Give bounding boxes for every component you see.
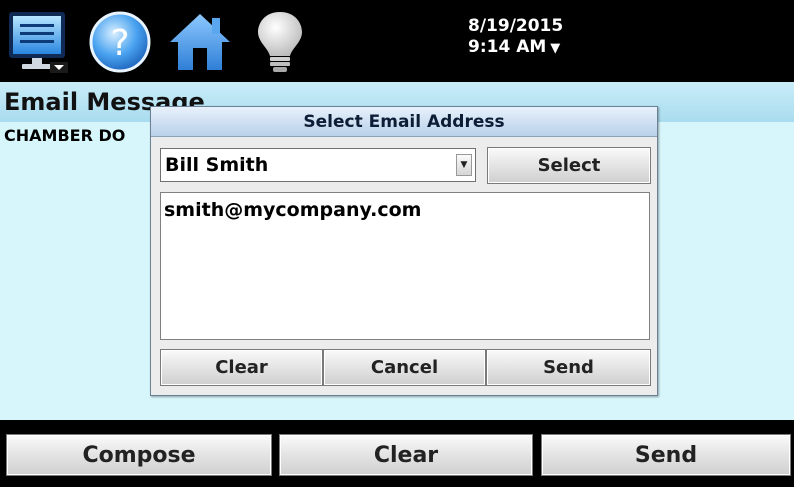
help-icon[interactable]: ?: [88, 10, 152, 74]
email-address-text: smith@mycompany.com: [164, 199, 422, 221]
clear-button[interactable]: Clear: [279, 434, 533, 476]
select-button[interactable]: Select: [487, 147, 651, 184]
send-button[interactable]: Send: [541, 434, 791, 476]
select-email-dialog: Select Email Address Bill Smith ▼ Select…: [150, 106, 658, 396]
chevron-down-icon: ▼: [550, 41, 561, 56]
dropdown-arrow-icon[interactable]: ▼: [456, 154, 472, 176]
recipient-dropdown[interactable]: Bill Smith ▼: [160, 148, 476, 182]
time-text: 9:14 AM: [468, 37, 547, 57]
home-icon[interactable]: [168, 10, 232, 74]
monitor-menu-icon[interactable]: [6, 10, 70, 74]
email-address-field[interactable]: smith@mycompany.com: [160, 192, 650, 340]
recipient-value: Bill Smith: [165, 154, 269, 176]
lightbulb-icon[interactable]: [252, 10, 308, 74]
time-row: 9:14 AM ▼: [468, 37, 563, 59]
message-text: CHAMBER DO: [4, 126, 126, 145]
svg-text:?: ?: [110, 23, 129, 64]
dialog-cancel-button[interactable]: Cancel: [323, 349, 486, 386]
bottom-bar: Compose Clear Send: [0, 420, 794, 487]
dialog-clear-button[interactable]: Clear: [160, 349, 323, 386]
dialog-send-button[interactable]: Send: [486, 349, 651, 386]
date-time-display[interactable]: 8/19/2015 9:14 AM ▼: [468, 16, 563, 59]
date-text: 8/19/2015: [468, 16, 564, 36]
compose-button[interactable]: Compose: [6, 434, 272, 476]
dialog-title: Select Email Address: [151, 107, 657, 137]
top-bar: ? 8/19/2015 9:14 AM ▼: [0, 0, 794, 82]
